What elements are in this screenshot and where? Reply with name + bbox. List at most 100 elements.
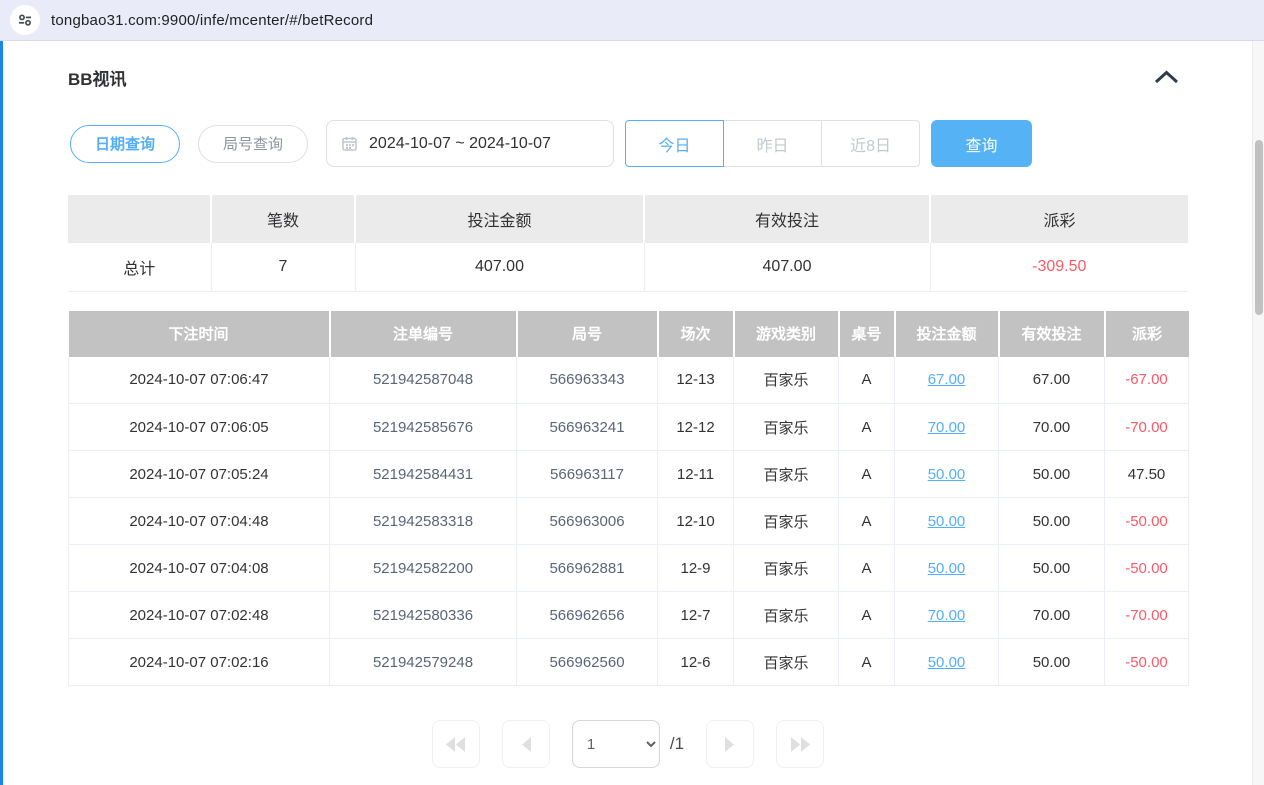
summary-header-bet-amount: 投注金额 bbox=[355, 195, 644, 243]
cell-bet-amount: 70.00 bbox=[895, 404, 999, 451]
col-header-bet-time: 下注时间 bbox=[69, 311, 330, 357]
cell-table-id: A bbox=[839, 592, 895, 639]
quick-today-button[interactable]: 今日 bbox=[625, 120, 724, 167]
quick-date-group: 今日 昨日 近8日 bbox=[625, 120, 920, 167]
date-query-tab[interactable]: 日期查询 bbox=[70, 125, 180, 163]
col-header-payout: 派彩 bbox=[1105, 311, 1189, 357]
scrollbar-thumb[interactable] bbox=[1255, 140, 1263, 315]
cell-valid-bet: 50.00 bbox=[999, 639, 1105, 686]
bet-amount-link[interactable]: 50.00 bbox=[928, 466, 966, 483]
cell-bet-amount: 50.00 bbox=[895, 639, 999, 686]
bet-table-header-row: 下注时间注单编号局号场次游戏类别桌号投注金额有效投注派彩 bbox=[69, 311, 1189, 357]
first-page-button[interactable] bbox=[432, 720, 480, 768]
url-text[interactable]: tongbao31.com:9900/infe/mcenter/#/betRec… bbox=[51, 12, 373, 29]
bet-table-body: 2024-10-07 07:06:47521942587048566963343… bbox=[69, 357, 1189, 686]
total-pages-label: /1 bbox=[670, 734, 684, 754]
cell-order-id: 521942579248 bbox=[330, 639, 517, 686]
browser-address-bar[interactable]: tongbao31.com:9900/infe/mcenter/#/betRec… bbox=[0, 0, 1264, 41]
next-page-button[interactable] bbox=[706, 720, 754, 768]
bet-amount-link[interactable]: 50.00 bbox=[928, 513, 966, 530]
cell-game-type: 百家乐 bbox=[734, 498, 839, 545]
cell-bet-amount: 50.00 bbox=[895, 545, 999, 592]
round-query-tab[interactable]: 局号查询 bbox=[198, 125, 308, 163]
quick-last8days-button[interactable]: 近8日 bbox=[821, 120, 920, 167]
cell-payout: -50.00 bbox=[1105, 545, 1189, 592]
cell-table-id: A bbox=[839, 357, 895, 404]
cell-order-id: 521942580336 bbox=[330, 592, 517, 639]
cell-bet-time: 2024-10-07 07:02:16 bbox=[69, 639, 330, 686]
col-header-order-id: 注单编号 bbox=[330, 311, 517, 357]
table-row: 2024-10-07 07:02:16521942579248566962560… bbox=[69, 639, 1189, 686]
cell-round-id: 566963006 bbox=[517, 498, 658, 545]
summary-bet-amount-value: 407.00 bbox=[355, 243, 644, 291]
date-range-value: 2024-10-07 ~ 2024-10-07 bbox=[369, 135, 551, 153]
cell-bet-time: 2024-10-07 07:02:48 bbox=[69, 592, 330, 639]
scrollbar-track[interactable] bbox=[1252, 41, 1264, 785]
cell-session: 12-6 bbox=[658, 639, 734, 686]
bet-amount-link[interactable]: 67.00 bbox=[928, 371, 966, 388]
collapse-panel-button[interactable] bbox=[1153, 69, 1180, 85]
cell-round-id: 566963343 bbox=[517, 357, 658, 404]
cell-bet-amount: 50.00 bbox=[895, 451, 999, 498]
cell-valid-bet: 50.00 bbox=[999, 498, 1105, 545]
bet-amount-link[interactable]: 70.00 bbox=[928, 607, 966, 624]
prev-page-button[interactable] bbox=[502, 720, 550, 768]
cell-payout: -50.00 bbox=[1105, 498, 1189, 545]
cell-game-type: 百家乐 bbox=[734, 592, 839, 639]
bet-record-page: BB视讯 日期查询 局号查询 bbox=[0, 41, 1264, 785]
cell-session: 12-9 bbox=[658, 545, 734, 592]
cell-valid-bet: 67.00 bbox=[999, 357, 1105, 404]
cell-bet-time: 2024-10-07 07:06:05 bbox=[69, 404, 330, 451]
summary-total-label: 总计 bbox=[68, 243, 211, 291]
quick-yesterday-button[interactable]: 昨日 bbox=[723, 120, 822, 167]
summary-header-valid-bet: 有效投注 bbox=[644, 195, 930, 243]
bet-amount-link[interactable]: 50.00 bbox=[928, 654, 966, 671]
search-button[interactable]: 查询 bbox=[931, 120, 1032, 167]
table-row: 2024-10-07 07:05:24521942584431566963117… bbox=[69, 451, 1189, 498]
date-range-input[interactable]: 2024-10-07 ~ 2024-10-07 bbox=[326, 120, 614, 167]
cell-game-type: 百家乐 bbox=[734, 404, 839, 451]
cell-session: 12-12 bbox=[658, 404, 734, 451]
col-header-round-id: 局号 bbox=[517, 311, 658, 357]
cell-table-id: A bbox=[839, 498, 895, 545]
cell-valid-bet: 50.00 bbox=[999, 451, 1105, 498]
table-row: 2024-10-07 07:04:08521942582200566962881… bbox=[69, 545, 1189, 592]
table-row: 2024-10-07 07:02:48521942580336566962656… bbox=[69, 592, 1189, 639]
cell-bet-time: 2024-10-07 07:04:08 bbox=[69, 545, 330, 592]
last-page-button[interactable] bbox=[776, 720, 824, 768]
cell-session: 12-7 bbox=[658, 592, 734, 639]
last-page-icon bbox=[789, 737, 811, 752]
site-settings-button[interactable] bbox=[10, 5, 40, 35]
page-select[interactable]: 1 bbox=[572, 720, 660, 768]
col-header-bet-amount: 投注金额 bbox=[895, 311, 999, 357]
bet-amount-link[interactable]: 70.00 bbox=[928, 419, 966, 436]
table-row: 2024-10-07 07:06:47521942587048566963343… bbox=[69, 357, 1189, 404]
col-header-game-type: 游戏类别 bbox=[734, 311, 839, 357]
cell-session: 12-13 bbox=[658, 357, 734, 404]
cell-payout: -70.00 bbox=[1105, 592, 1189, 639]
next-page-icon bbox=[724, 737, 736, 752]
cell-order-id: 521942582200 bbox=[330, 545, 517, 592]
cell-order-id: 521942585676 bbox=[330, 404, 517, 451]
cell-order-id: 521942583318 bbox=[330, 498, 517, 545]
cell-table-id: A bbox=[839, 451, 895, 498]
bet-amount-link[interactable]: 50.00 bbox=[928, 560, 966, 577]
cell-round-id: 566962656 bbox=[517, 592, 658, 639]
tune-icon bbox=[17, 12, 33, 28]
cell-bet-time: 2024-10-07 07:04:48 bbox=[69, 498, 330, 545]
cell-payout: -50.00 bbox=[1105, 639, 1189, 686]
cell-table-id: A bbox=[839, 639, 895, 686]
cell-game-type: 百家乐 bbox=[734, 357, 839, 404]
cell-table-id: A bbox=[839, 545, 895, 592]
summary-count-value: 7 bbox=[211, 243, 355, 291]
summary-table: 笔数 投注金额 有效投注 派彩 总计 7 407.00 407.00 -309.… bbox=[68, 195, 1188, 292]
table-row: 2024-10-07 07:04:48521942583318566963006… bbox=[69, 498, 1189, 545]
cell-table-id: A bbox=[839, 404, 895, 451]
prev-page-icon bbox=[520, 737, 532, 752]
summary-payout-value: -309.50 bbox=[930, 243, 1188, 291]
col-header-table-id: 桌号 bbox=[839, 311, 895, 357]
cell-bet-amount: 67.00 bbox=[895, 357, 999, 404]
cell-payout: -67.00 bbox=[1105, 357, 1189, 404]
cell-round-id: 566962881 bbox=[517, 545, 658, 592]
summary-total-row: 总计 7 407.00 407.00 -309.50 bbox=[68, 243, 1188, 291]
